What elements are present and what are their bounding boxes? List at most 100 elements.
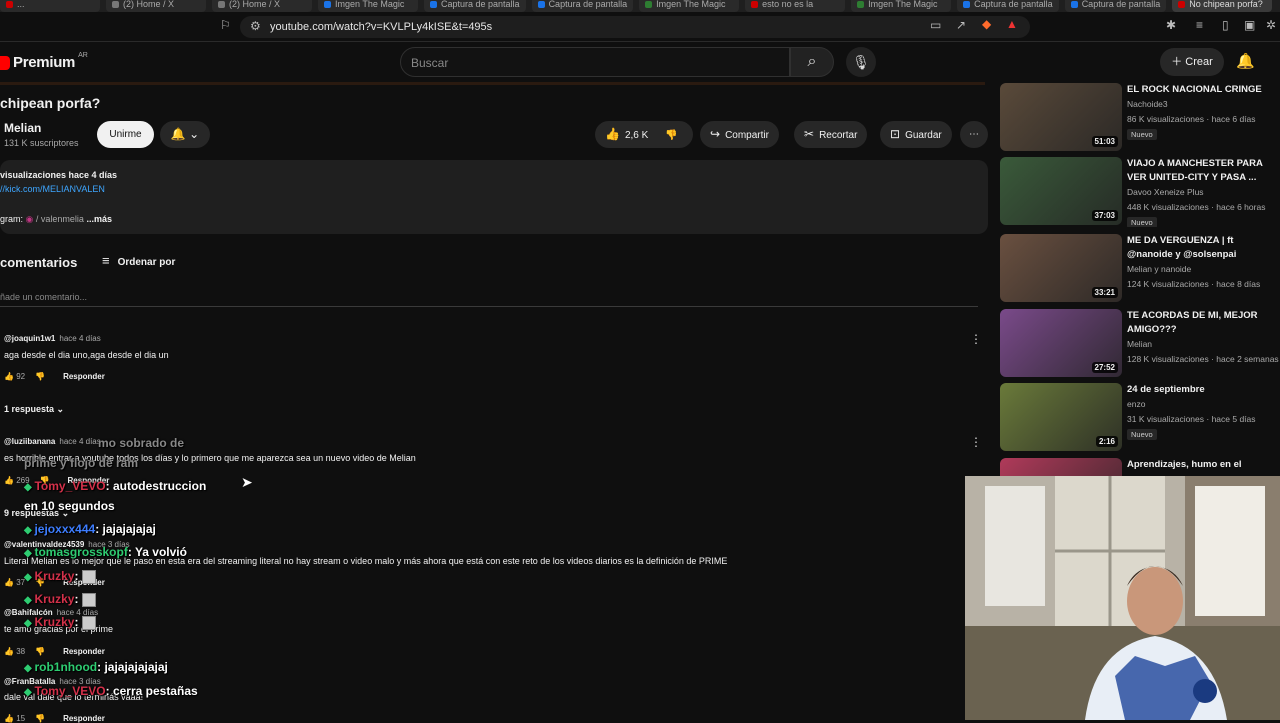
related-video-item[interactable]: 2:16 24 de septiembre enzo 31 K visualizaci…: [1000, 383, 1280, 453]
reply-button[interactable]: Responder: [63, 714, 105, 723]
comment-menu-icon[interactable]: ⋮: [970, 435, 982, 449]
reply-button[interactable]: Responder: [63, 647, 105, 656]
wallet-icon[interactable]: ▣: [1244, 18, 1255, 32]
browser-tab[interactable]: Captura de pantalla: [957, 0, 1059, 12]
browser-tab[interactable]: (2) Home / X: [212, 0, 312, 12]
related-video-channel[interactable]: Davoo Xeneize Plus: [1127, 187, 1204, 197]
video-thumbnail[interactable]: 51:03: [1000, 83, 1122, 151]
comment-dislike-button[interactable]: 👎: [35, 714, 45, 723]
clip-button[interactable]: ✂ Recortar: [794, 121, 868, 148]
logo-text: Premium: [13, 54, 76, 71]
chevron-down-icon: ⌄: [56, 404, 65, 414]
chat-text: en 10 segundos: [24, 499, 115, 513]
replies-toggle[interactable]: 1 respuesta ⌄: [4, 404, 64, 415]
like-button[interactable]: 👍 2,6 K: [605, 127, 649, 141]
search-input[interactable]: Buscar: [400, 47, 790, 77]
comment-like-button[interactable]: 👍 92: [4, 372, 25, 381]
related-video-channel[interactable]: Melian: [1127, 339, 1152, 349]
related-video-channel[interactable]: enzo: [1127, 399, 1145, 409]
notifications-bell-icon[interactable]: 🔔: [1236, 52, 1255, 70]
browser-tab[interactable]: Imgen The Magic: [318, 0, 418, 12]
video-thumbnail[interactable]: 33:21: [1000, 234, 1122, 302]
share-button[interactable]: ↪ Compartir: [700, 121, 779, 148]
ig-handle[interactable]: / valenmelia: [36, 214, 84, 224]
related-video-channel[interactable]: Melian y nanoide: [1127, 264, 1191, 274]
settings-icon[interactable]: ✲: [1266, 18, 1276, 32]
author-handle[interactable]: @joaquin1w1: [4, 334, 55, 343]
description-box[interactable]: visualizaciones hace 4 días //kick.com/M…: [0, 160, 988, 234]
sort-label: Ordenar por: [117, 257, 176, 268]
related-video-title[interactable]: EL ROCK NACIONAL CRINGE: [1127, 83, 1277, 97]
comment-author[interactable]: @joaquin1w1 hace 4 días: [4, 334, 101, 343]
more-actions-button[interactable]: ⋯: [960, 121, 988, 148]
browser-tab[interactable]: Imgen The Magic: [851, 0, 952, 12]
author-handle[interactable]: @luziibanana: [4, 437, 55, 446]
related-video-channel[interactable]: Nachoide3: [1127, 99, 1168, 109]
comment-author[interactable]: @luziibanana hace 4 días: [4, 437, 101, 446]
browser-tab[interactable]: Captura de pantalla: [424, 0, 526, 12]
reply-button[interactable]: Responder: [63, 372, 105, 381]
chat-text: :: [74, 592, 79, 606]
address-bar[interactable]: ⚙ youtube.com/watch?v=KVLPLy4kISE&t=495s: [240, 16, 1030, 38]
related-video-item[interactable]: 27:52 TE ACORDAS DE MI, MEJOR AMIGO??? Mel…: [1000, 309, 1280, 379]
browser-tab[interactable]: (2) Home / X: [106, 0, 206, 12]
thumbs-up-icon: 👍: [4, 578, 14, 587]
bookmark-icon[interactable]: ⚐: [220, 18, 231, 32]
related-video-title[interactable]: VIAJO A MANCHESTER PARA VER UNITED-CITY …: [1127, 157, 1277, 185]
related-video-item[interactable]: 33:21 ME DA VERGUENZA | ft @nanoide y @so…: [1000, 234, 1280, 304]
related-video-title[interactable]: TE ACORDAS DE MI, MEJOR AMIGO???: [1127, 309, 1277, 337]
cast-icon[interactable]: ▭: [930, 18, 941, 32]
site-info-icon[interactable]: ⚙: [250, 19, 261, 33]
video-thumbnail[interactable]: 37:03: [1000, 157, 1122, 225]
comment-menu-icon[interactable]: ⋮: [970, 332, 982, 346]
create-button[interactable]: ＋ Crear: [1160, 48, 1224, 76]
channel-name[interactable]: Melian: [4, 121, 41, 135]
comment-text: aga desde el dia uno,aga desde el dia un: [4, 350, 169, 360]
comment-like-button[interactable]: 👍 15: [4, 714, 25, 723]
sidebar-toggle-icon[interactable]: ▯: [1222, 18, 1229, 32]
related-video-item[interactable]: 37:03 VIAJO A MANCHESTER PARA VER UNITED-…: [1000, 157, 1280, 227]
browser-tab[interactable]: Captura de pantalla: [531, 0, 634, 12]
menu-icon[interactable]: ≡: [1196, 18, 1203, 32]
voice-search-button[interactable]: 🎙: [846, 47, 876, 77]
comment-like-button[interactable]: 👍 38: [4, 647, 25, 656]
comment-dislike-button[interactable]: 👎: [35, 647, 45, 656]
scissors-icon: ✂: [804, 127, 815, 141]
join-button[interactable]: Unirme: [97, 121, 154, 148]
chat-text: : jajajajajajaj: [97, 660, 168, 674]
chat-message: ◆ tomasgrosskopf: Ya volvió: [24, 545, 187, 559]
more-link[interactable]: ...más: [86, 214, 112, 224]
related-video-item[interactable]: 51:03 EL ROCK NACIONAL CRINGE Nachoide3 86 …: [1000, 83, 1280, 153]
search-button[interactable]: ⌕: [790, 47, 834, 77]
brave-shield-icon[interactable]: ◆: [982, 17, 991, 31]
related-video-title[interactable]: ME DA VERGUENZA | ft @nanoide y @solsenp…: [1127, 234, 1277, 262]
video-thumbnail[interactable]: 27:52: [1000, 309, 1122, 377]
brave-rewards-icon[interactable]: ▲: [1006, 17, 1018, 31]
extensions-icon[interactable]: ✱: [1166, 18, 1176, 32]
sort-button[interactable]: ≡ Ordenar por: [102, 253, 175, 268]
save-button[interactable]: ⊡ Guardar: [880, 121, 952, 148]
tab-label: (2) Home / X: [123, 0, 175, 9]
browser-tab[interactable]: No chipean porfa?: [1172, 0, 1273, 12]
comment-like-button[interactable]: 👍 37: [4, 578, 25, 587]
browser-tab[interactable]: Captura de pantalla: [1064, 0, 1167, 12]
tab-label: Imgen The Magic: [656, 0, 726, 9]
comment-actions: 👍 38 👎 Responder: [4, 647, 105, 656]
related-video-item[interactable]: Aprendizajes, humo en el: [1000, 458, 1280, 476]
video-thumbnail[interactable]: 2:16: [1000, 383, 1122, 451]
video-thumbnail[interactable]: [1000, 458, 1122, 476]
related-video-title[interactable]: Aprendizajes, humo en el: [1127, 458, 1277, 472]
browser-tab[interactable]: ...: [0, 0, 100, 12]
description-link[interactable]: //kick.com/MELIANVALEN: [0, 184, 105, 194]
subscription-bell-button[interactable]: 🔔 ⌄: [160, 121, 210, 148]
like-count: 2,6 K: [624, 130, 649, 141]
browser-tab[interactable]: esto no es la: [745, 0, 846, 12]
youtube-logo[interactable]: Premium AR: [0, 52, 88, 71]
share-page-icon[interactable]: ↗: [956, 18, 966, 32]
browser-tab[interactable]: Imgen The Magic: [639, 0, 740, 12]
comment-dislike-button[interactable]: 👎: [35, 372, 45, 381]
dislike-button[interactable]: 👎: [665, 130, 677, 141]
chat-message: en 10 segundos: [24, 499, 115, 513]
related-video-title[interactable]: 24 de septiembre: [1127, 383, 1277, 397]
add-comment-input[interactable]: ñade un comentario...: [0, 292, 87, 302]
